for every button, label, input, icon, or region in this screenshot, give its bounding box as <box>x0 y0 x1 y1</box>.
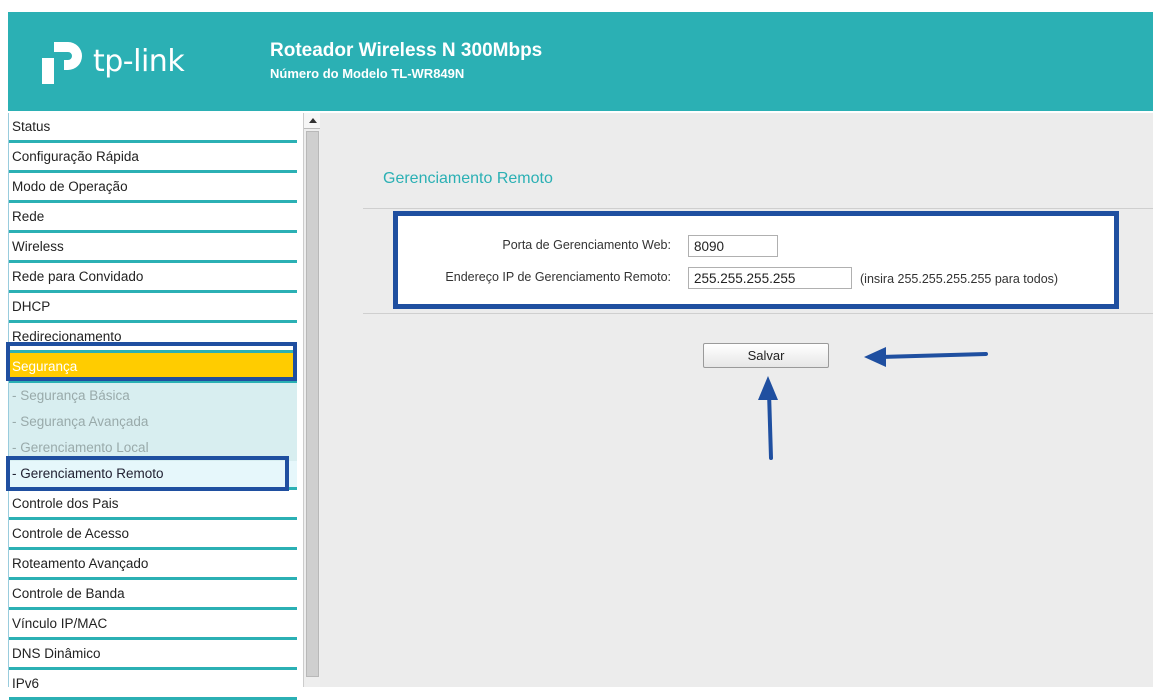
annotation-arrows <box>758 347 988 460</box>
tp-link-logo: tp-link <box>36 36 206 88</box>
sidebar-subitem-advanced-security[interactable]: - Segurança Avançada <box>9 409 297 435</box>
sidebar-menu: Status Configuração Rápida Modo de Opera… <box>8 113 297 700</box>
scrollbar-thumb[interactable] <box>306 131 319 677</box>
sidebar-subitem-basic-security[interactable]: - Segurança Básica <box>9 383 297 409</box>
sidebar-item-quick-setup[interactable]: Configuração Rápida <box>9 143 297 173</box>
divider-bottom <box>363 313 1153 314</box>
sidebar-item-dynamic-dns[interactable]: DNS Dinâmico <box>9 640 297 670</box>
sidebar-item-wireless[interactable]: Wireless <box>9 233 297 263</box>
remote-ip-label: Endereço IP de Gerenciamento Remoto: <box>445 270 671 284</box>
arrow-up-icon <box>758 376 778 460</box>
save-button[interactable]: Salvar <box>703 343 829 368</box>
annotation-highlight-remote-management <box>6 456 289 491</box>
sidebar-item-status[interactable]: Status <box>9 113 297 143</box>
model-number: Número do Modelo TL-WR849N <box>270 66 465 81</box>
header-banner: tp-link Roteador Wireless N 300Mbps Núme… <box>8 12 1153 111</box>
sidebar-item-parental-control[interactable]: Controle dos Pais <box>9 490 297 520</box>
sidebar-item-operation-mode[interactable]: Modo de Operação <box>9 173 297 203</box>
sidebar-item-dhcp[interactable]: DHCP <box>9 293 297 323</box>
product-title: Roteador Wireless N 300Mbps <box>270 40 543 61</box>
sidebar-item-ipv6[interactable]: IPv6 <box>9 670 297 700</box>
brand-name: tp-link <box>93 44 185 79</box>
sidebar-scrollbar[interactable] <box>303 113 321 687</box>
sidebar-item-advanced-routing[interactable]: Roteamento Avançado <box>9 550 297 580</box>
arrow-left-icon <box>864 347 988 367</box>
sidebar-item-access-control[interactable]: Controle de Acesso <box>9 520 297 550</box>
web-port-input[interactable] <box>688 235 778 257</box>
remote-management-form: Porta de Gerenciamento Web: Endereço IP … <box>393 211 1119 309</box>
scroll-up-arrow-icon[interactable] <box>304 113 321 129</box>
annotation-highlight-security <box>6 342 297 381</box>
main-content: Gerenciamento Remoto Porta de Gerenciame… <box>320 113 1153 687</box>
sidebar-item-bandwidth-control[interactable]: Controle de Banda <box>9 580 297 610</box>
web-port-label: Porta de Gerenciamento Web: <box>502 238 671 252</box>
section-title: Gerenciamento Remoto <box>383 170 553 187</box>
divider-top <box>363 208 1153 209</box>
sidebar-item-guest-network[interactable]: Rede para Convidado <box>9 263 297 293</box>
tp-link-logo-icon <box>42 42 82 84</box>
sidebar-item-network[interactable]: Rede <box>9 203 297 233</box>
remote-ip-input[interactable] <box>688 267 852 289</box>
remote-ip-hint: (insira 255.255.255.255 para todos) <box>860 272 1059 286</box>
sidebar-item-ip-mac-binding[interactable]: Vínculo IP/MAC <box>9 610 297 640</box>
